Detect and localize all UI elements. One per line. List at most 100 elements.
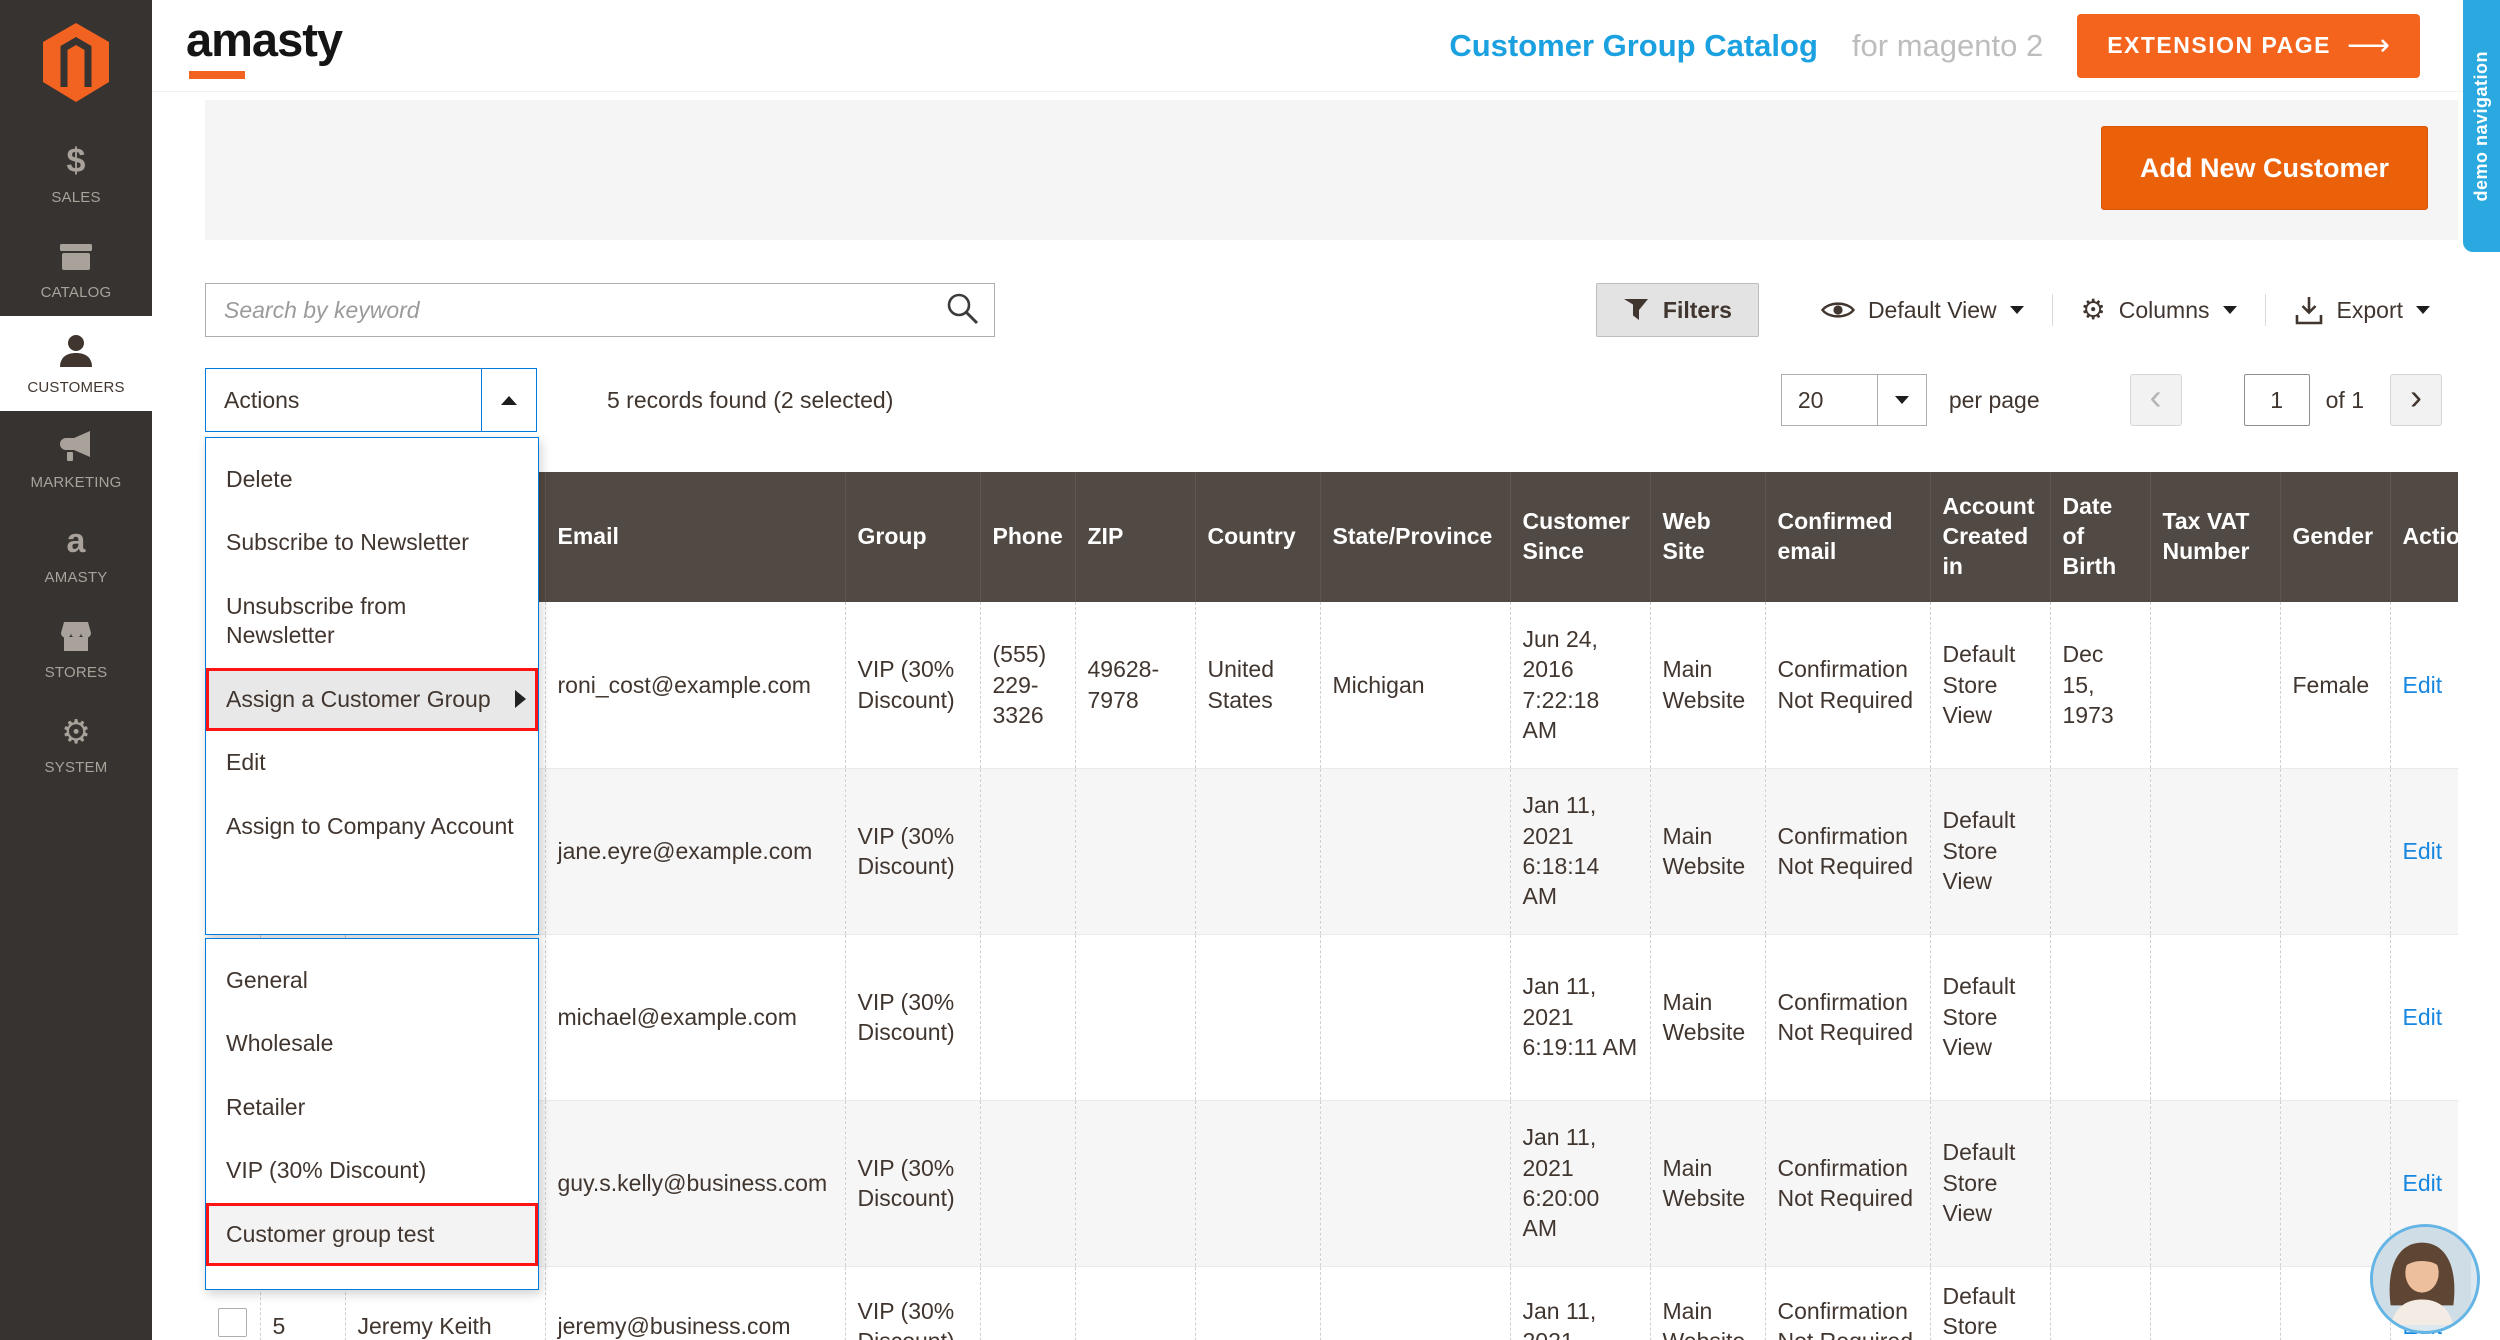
- cell-tax: [2150, 1100, 2280, 1266]
- col-header-account-created-in[interactable]: Account Created in: [1930, 472, 2050, 602]
- cell-zip: [1075, 1266, 1195, 1340]
- page-subtitle: for magento 2: [1852, 28, 2043, 64]
- edit-link[interactable]: Edit: [2403, 672, 2443, 698]
- col-header-dob[interactable]: Date of Birth: [2050, 472, 2150, 602]
- page-number-input[interactable]: [2244, 374, 2310, 426]
- cell-dob: Dec 15, 1973: [2050, 602, 2150, 768]
- edit-link[interactable]: Edit: [2403, 838, 2443, 864]
- group-option-vip[interactable]: VIP (30% Discount): [206, 1139, 538, 1202]
- cell-email: jeremy@business.com: [545, 1266, 845, 1340]
- col-header-confirmed-email[interactable]: Confirmed email: [1765, 472, 1930, 602]
- table-row[interactable]: guy.s.kelly@business.com VIP (30% Discou…: [205, 1100, 2458, 1266]
- cell-country: United States: [1195, 602, 1320, 768]
- group-option-wholesale[interactable]: Wholesale: [206, 1012, 538, 1075]
- cell-gender: Female: [2280, 602, 2390, 768]
- sidebar-item-label: CATALOG: [41, 284, 112, 301]
- chevron-down-icon: [2010, 306, 2024, 314]
- avatar-photo: [2373, 1227, 2471, 1325]
- magento-logo-icon[interactable]: [0, 0, 152, 126]
- col-header-country[interactable]: Country: [1195, 472, 1320, 602]
- cell-since: Jan 11, 2021 6:18:14 AM: [1510, 768, 1650, 934]
- col-header-customer-since[interactable]: Customer Since: [1510, 472, 1650, 602]
- search-button[interactable]: [934, 287, 992, 333]
- extension-page-button[interactable]: EXTENSION PAGE ⟶: [2077, 14, 2420, 78]
- cell-email: jane.eyre@example.com: [545, 768, 845, 934]
- cell-state: [1320, 1100, 1510, 1266]
- table-row[interactable]: roni_cost@example.com VIP (30% Discount)…: [205, 602, 2458, 768]
- col-header-gender[interactable]: Gender: [2280, 472, 2390, 602]
- menu-item-unsubscribe-newsletter[interactable]: Unsubscribe from Newsletter: [206, 575, 538, 668]
- stores-icon: [58, 616, 94, 656]
- group-option-retailer[interactable]: Retailer: [206, 1076, 538, 1139]
- default-view-control[interactable]: Default View: [1793, 297, 2052, 324]
- select-toggle[interactable]: [481, 369, 536, 431]
- actions-select[interactable]: Actions: [205, 368, 537, 432]
- cell-created-in: Default Store View: [1930, 1266, 2050, 1340]
- select-toggle[interactable]: [1877, 375, 1926, 425]
- col-header-phone[interactable]: Phone: [980, 472, 1075, 602]
- col-header-state[interactable]: State/Province: [1320, 472, 1510, 602]
- prev-page-button[interactable]: ‹: [2130, 374, 2182, 426]
- chevron-up-icon: [501, 396, 517, 405]
- cell-created-in: Default Store View: [1930, 602, 2050, 768]
- add-new-customer-button[interactable]: Add New Customer: [2101, 126, 2428, 210]
- menu-item-delete[interactable]: Delete: [206, 448, 538, 511]
- sidebar-item-amasty[interactable]: a AMASTY: [0, 506, 152, 601]
- col-header-action[interactable]: Action: [2390, 472, 2458, 602]
- page-header-band: Add New Customer: [205, 100, 2458, 240]
- menu-item-assign-customer-group[interactable]: Assign a Customer Group: [206, 668, 538, 731]
- group-option-general[interactable]: General: [206, 949, 538, 1012]
- export-control[interactable]: Export: [2266, 295, 2458, 325]
- search-input[interactable]: [206, 284, 994, 336]
- columns-control[interactable]: ⚙ Columns: [2053, 296, 2265, 324]
- col-header-tax-vat[interactable]: Tax VAT Number: [2150, 472, 2280, 602]
- group-option-customer-group-test[interactable]: Customer group test: [206, 1203, 538, 1266]
- sidebar-item-system[interactable]: ⚙ SYSTEM: [0, 696, 152, 791]
- cell-confirmed: Confirmation Not Required: [1765, 1266, 1930, 1340]
- menu-item-assign-company-account[interactable]: Assign to Company Account: [206, 795, 538, 858]
- right-arrow-icon: ⟶: [2347, 28, 2390, 63]
- amasty-icon: a: [67, 521, 86, 561]
- edit-link[interactable]: Edit: [2403, 1004, 2443, 1030]
- col-header-zip[interactable]: ZIP: [1075, 472, 1195, 602]
- cell-created-in: Default Store View: [1930, 768, 2050, 934]
- table-row[interactable]: 5 Jeremy Keith jeremy@business.com VIP (…: [205, 1266, 2458, 1340]
- col-header-website[interactable]: Web Site: [1650, 472, 1765, 602]
- sidebar-item-label: SALES: [51, 189, 100, 206]
- main-content: Add New Customer Filters Def: [152, 92, 2500, 1340]
- cell-phone: (555) 229-3326: [980, 602, 1075, 768]
- sidebar-item-catalog[interactable]: CATALOG: [0, 221, 152, 316]
- cell-since: Jan 11, 2021: [1510, 1266, 1650, 1340]
- row-checkbox[interactable]: [218, 1308, 247, 1337]
- edit-link[interactable]: Edit: [2403, 1170, 2443, 1196]
- sidebar-item-customers[interactable]: CUSTOMERS: [0, 316, 152, 411]
- table-row[interactable]: michael@example.com VIP (30% Discount) J…: [205, 934, 2458, 1100]
- page-size-select[interactable]: 20: [1781, 374, 1927, 426]
- demo-navigation-tab[interactable]: demo navigation: [2463, 0, 2500, 252]
- filters-button[interactable]: Filters: [1596, 283, 1759, 337]
- page-title[interactable]: Customer Group Catalog: [1449, 28, 1818, 64]
- submenu-arrow-icon: [515, 690, 526, 708]
- cell-confirmed: Confirmation Not Required: [1765, 768, 1930, 934]
- chat-widget-avatar[interactable]: [2370, 1224, 2480, 1334]
- menu-item-edit[interactable]: Edit: [206, 731, 538, 794]
- actions-menu: Delete Subscribe to Newsletter Unsubscri…: [205, 437, 539, 935]
- cell-since: Jun 24, 2016 7:22:18 AM: [1510, 602, 1650, 768]
- cell-tax: [2150, 768, 2280, 934]
- next-page-button[interactable]: ›: [2390, 374, 2442, 426]
- table-row[interactable]: jane.eyre@example.com VIP (30% Discount)…: [205, 768, 2458, 934]
- cell-created-in: Default Store View: [1930, 934, 2050, 1100]
- cell-group: VIP (30% Discount): [845, 602, 980, 768]
- sidebar-item-stores[interactable]: STORES: [0, 601, 152, 696]
- col-header-group[interactable]: Group: [845, 472, 980, 602]
- cell-dob: [2050, 768, 2150, 934]
- admin-sidebar: $ SALES CATALOG CUSTOMERS MARKETING a AM…: [0, 0, 152, 1340]
- amasty-logo[interactable]: amasty: [186, 12, 342, 79]
- menu-item-subscribe-newsletter[interactable]: Subscribe to Newsletter: [206, 511, 538, 574]
- system-gear-icon: ⚙: [61, 711, 91, 751]
- sidebar-item-sales[interactable]: $ SALES: [0, 126, 152, 221]
- col-header-email[interactable]: Email: [545, 472, 845, 602]
- cell-phone: [980, 1100, 1075, 1266]
- chevron-down-icon: [1895, 396, 1909, 404]
- sidebar-item-marketing[interactable]: MARKETING: [0, 411, 152, 506]
